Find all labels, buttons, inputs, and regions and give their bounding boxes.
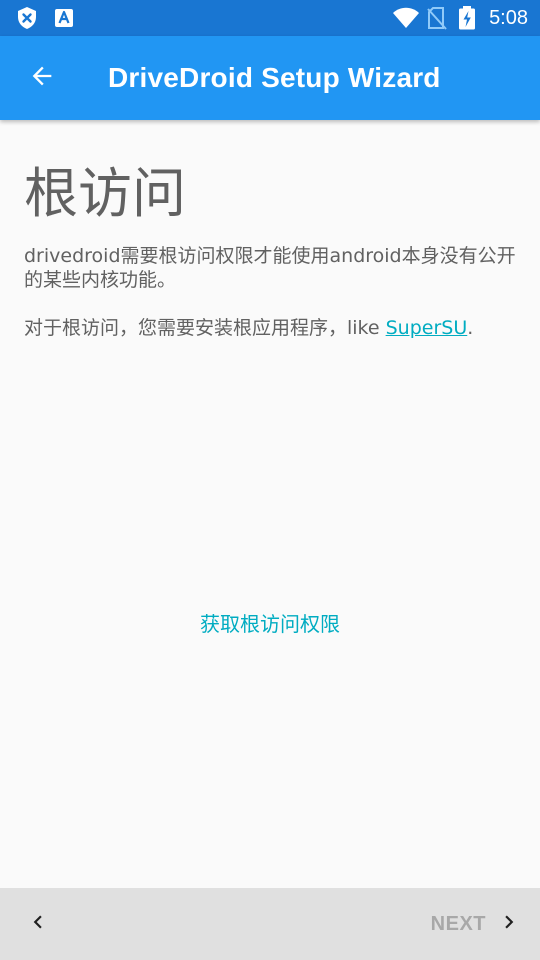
instruction-text: 对于根访问，您需要安装根应用程序，like xyxy=(24,317,386,339)
description-paragraph: drivedroid需要根访问权限才能使用android本身没有公开的某些内核功… xyxy=(24,245,516,291)
arrow-left-icon xyxy=(28,62,56,94)
status-bar: 5:08 xyxy=(0,0,540,36)
page-title: DriveDroid Setup Wizard xyxy=(108,62,441,93)
main-content: 根访问 drivedroid需要根访问权限才能使用android本身没有公开的某… xyxy=(24,120,516,340)
acquire-root-button[interactable]: 获取根访问权限 xyxy=(184,600,356,645)
app-bar: DriveDroid Setup Wizard xyxy=(0,36,540,120)
section-heading: 根访问 xyxy=(24,162,186,225)
bottom-navigation-bar: NEXT xyxy=(0,888,540,960)
action-row: 获取根访问权限 xyxy=(0,600,540,644)
previous-button[interactable] xyxy=(14,900,62,948)
supersu-link[interactable]: SuperSU xyxy=(386,317,468,339)
wifi-icon xyxy=(392,6,420,34)
instruction-paragraph: 对于根访问，您需要安装根应用程序，like SuperSU. xyxy=(24,316,516,340)
back-button[interactable] xyxy=(14,50,70,106)
font-a-icon xyxy=(54,6,74,34)
chevron-right-icon xyxy=(496,909,522,939)
battery-charging-icon xyxy=(458,6,476,34)
no-sim-icon xyxy=(426,6,448,34)
chevron-left-icon xyxy=(25,909,51,939)
status-time: 5:08 xyxy=(489,7,528,29)
next-label: NEXT xyxy=(430,912,486,935)
instruction-suffix: . xyxy=(467,317,474,339)
next-button[interactable]: NEXT xyxy=(431,900,522,948)
shield-x-icon xyxy=(16,6,38,34)
